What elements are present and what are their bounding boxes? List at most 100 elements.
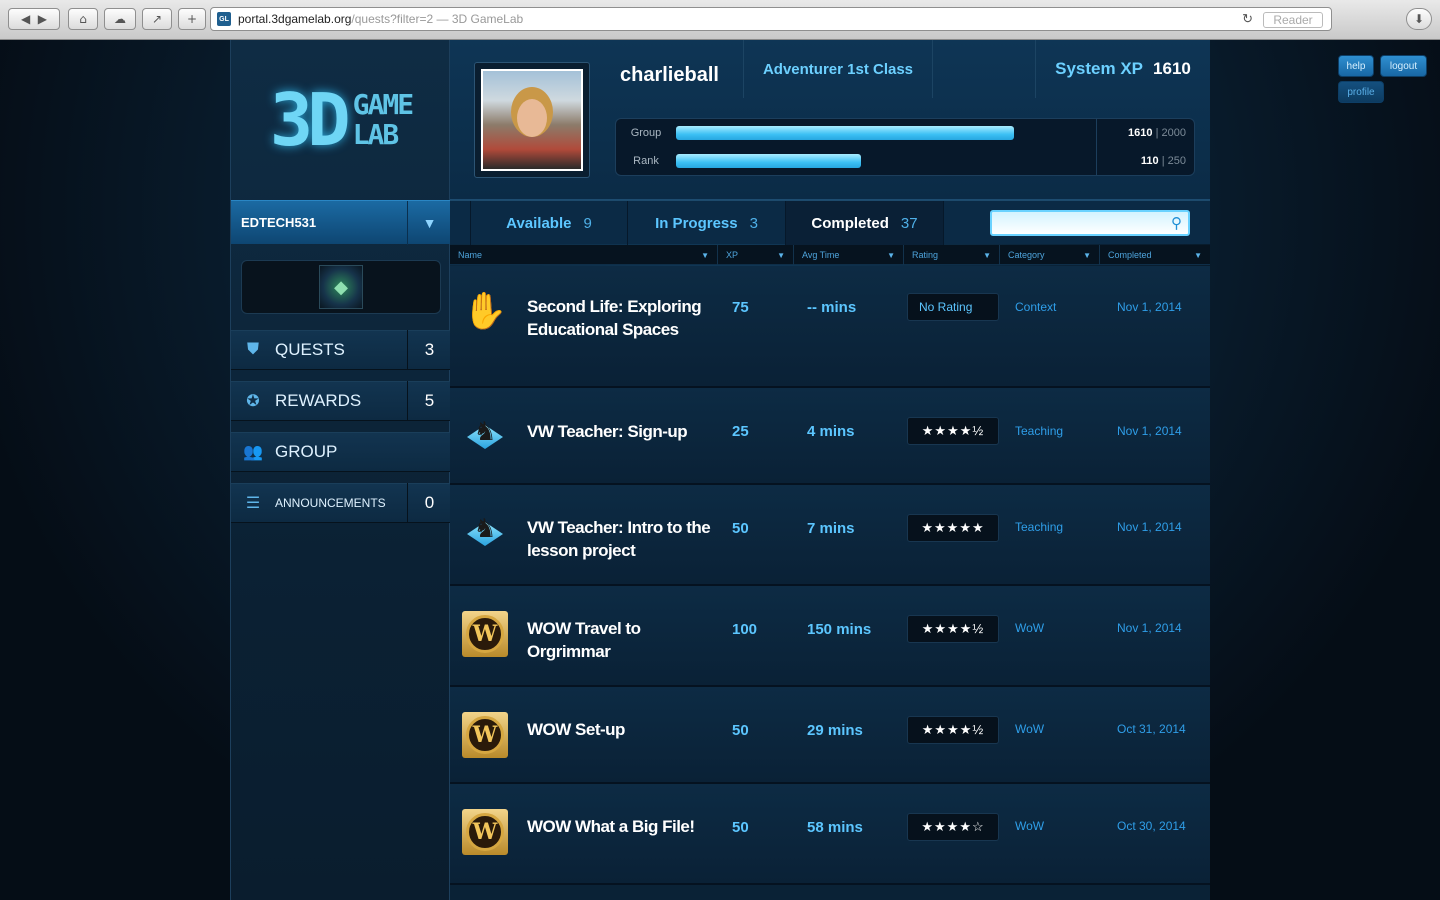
quest-xp: 50 — [732, 722, 749, 739]
quest-table: ✋ Second Life: Exploring Educational Spa… — [450, 266, 1210, 900]
quest-name[interactable]: WOW Travel to Orgrimmar — [527, 617, 717, 663]
quest-category[interactable]: Teaching — [1015, 424, 1063, 438]
help-button[interactable]: help — [1338, 55, 1374, 77]
sidebar-item-label: ANNOUNCEMENTS — [275, 496, 386, 510]
sidebar-item-announcements[interactable]: ☰ ANNOUNCEMENTS 0 — [231, 483, 451, 523]
quest-rating: No Rating — [907, 293, 999, 321]
rank-xp-max: 250 — [1167, 155, 1186, 167]
table-row[interactable]: W WOW Travel to Orgrimmar 100 150 mins ★… — [450, 586, 1210, 687]
cloud-icon[interactable]: ☁ — [104, 8, 136, 30]
search-input[interactable] — [992, 212, 1162, 234]
username: charlieball — [620, 64, 719, 86]
column-label: Category — [1008, 250, 1045, 260]
quest-rating: ★★★★★ — [907, 514, 999, 542]
tab-label: In Progress — [655, 214, 738, 232]
quest-name[interactable]: VW Teacher: Intro to the lesson project — [527, 516, 717, 562]
url-path: /quests?filter=2 — [351, 12, 434, 26]
star-badge-icon: ✪ — [246, 393, 260, 410]
quest-completed-date: Oct 31, 2014 — [1117, 722, 1186, 736]
downloads-icon[interactable]: ⬇ — [1406, 8, 1432, 30]
tab-count: 3 — [749, 214, 758, 232]
sidebar-item-label: REWARDS — [275, 391, 362, 410]
table-row[interactable]: ♞ VW Teacher: Intro to the lesson projec… — [450, 485, 1210, 586]
rank-progress-fill — [676, 154, 861, 168]
column-header-name[interactable]: Name ▼ — [450, 245, 718, 265]
logo-line-1: GAME — [352, 88, 414, 121]
quest-name[interactable]: Second Life: Exploring Educational Space… — [527, 295, 717, 341]
profile-button[interactable]: profile — [1338, 81, 1384, 103]
column-header-avg-time[interactable]: Avg Time ▼ — [794, 245, 904, 265]
quest-xp: 75 — [732, 299, 749, 316]
tab-label: Completed — [811, 214, 889, 232]
badge-gem-icon[interactable]: ◆ — [319, 265, 363, 309]
group-xp: 1610 — [1128, 127, 1153, 139]
table-row[interactable]: ♞ VW Teacher: Sign-up 25 4 mins ★★★★½ Te… — [450, 388, 1210, 485]
rank-progress-label: Rank — [633, 155, 659, 167]
new-tab-button[interactable]: + — [178, 8, 206, 30]
quest-avg-time: 4 mins — [807, 423, 855, 440]
reload-icon[interactable]: ↻ — [1242, 11, 1253, 27]
sidebar-item-quests[interactable]: ⛊ QUESTS 3 — [231, 330, 451, 370]
chevron-down-icon: ▼ — [1194, 250, 1202, 260]
quest-category[interactable]: Context — [1015, 300, 1056, 314]
logo-3d: 3D — [269, 78, 351, 162]
quest-category[interactable]: WoW — [1015, 722, 1044, 736]
avatar[interactable] — [474, 62, 590, 178]
logout-button[interactable]: logout — [1380, 55, 1427, 77]
second-life-hand-icon: ✋ — [462, 290, 508, 331]
logo[interactable]: 3D GAME LAB — [231, 40, 451, 200]
column-header-category[interactable]: Category ▼ — [1000, 245, 1100, 265]
system-xp-label: System XP — [1055, 59, 1144, 78]
sidebar-item-count: 3 — [407, 330, 451, 370]
quest-rating: ★★★★½ — [907, 615, 999, 643]
quest-completed-date: Nov 1, 2014 — [1117, 300, 1182, 314]
group-selector[interactable]: EDTECH531 ▼ — [231, 200, 451, 245]
quest-xp: 100 — [732, 621, 758, 638]
group-progress-label: Group — [630, 127, 662, 139]
url-host: portal.3dgamelab.org — [238, 12, 352, 26]
share-icon[interactable]: ↗ — [142, 8, 172, 30]
quest-name[interactable]: WOW What a Big File! — [527, 815, 717, 838]
quest-name[interactable]: WOW Set-up — [527, 718, 717, 741]
quest-rating: ★★★★½ — [907, 417, 999, 445]
system-xp: System XP 1610 — [1035, 40, 1210, 98]
sidebar-item-group[interactable]: 👥 GROUP — [231, 432, 451, 472]
table-row[interactable]: W WOW What a Big File! 50 58 mins ★★★★☆ … — [450, 784, 1210, 885]
quest-category[interactable]: WoW — [1015, 819, 1044, 833]
quest-rating: ★★★★½ — [907, 716, 999, 744]
sidebar-item-label: QUESTS — [275, 340, 345, 359]
quest-category[interactable]: Teaching — [1015, 520, 1063, 534]
chevron-down-icon: ▼ — [887, 250, 895, 260]
tab-available[interactable]: Available 9 — [470, 201, 628, 245]
chevron-down-icon: ▼ — [701, 250, 709, 260]
people-icon: 👥 — [243, 444, 263, 461]
search-box: ⚲ — [990, 210, 1190, 236]
quest-name[interactable]: VW Teacher: Sign-up — [527, 420, 717, 443]
column-header-xp[interactable]: XP ▼ — [718, 245, 794, 265]
rank-progress-row: Rank 110 | 250 — [616, 147, 1196, 175]
quest-avg-time: 150 mins — [807, 621, 872, 638]
tab-completed[interactable]: Completed 37 — [786, 201, 944, 245]
table-row[interactable]: W WOW Set-up 50 29 mins ★★★★½ WoW Oct 31… — [450, 687, 1210, 784]
quest-xp: 50 — [732, 520, 749, 537]
sidebar-item-label: GROUP — [275, 442, 338, 461]
group-progress-track — [676, 126, 1096, 140]
quest-completed-date: Nov 1, 2014 — [1117, 621, 1182, 635]
column-header-completed[interactable]: Completed ▼ — [1100, 245, 1210, 265]
column-label: Completed — [1108, 250, 1152, 260]
chevron-down-icon[interactable]: ▼ — [407, 200, 451, 245]
column-header-rating[interactable]: Rating ▼ — [904, 245, 1000, 265]
tab-count: 9 — [583, 214, 592, 232]
back-forward-buttons[interactable]: ◀ ▶ — [8, 8, 60, 30]
quest-category[interactable]: WoW — [1015, 621, 1044, 635]
home-icon[interactable]: ⌂ — [68, 8, 98, 30]
search-icon[interactable]: ⚲ — [1171, 214, 1182, 232]
wow-logo-icon: W — [462, 611, 508, 657]
reader-button[interactable]: Reader — [1263, 12, 1323, 28]
table-row[interactable]: ✋ Second Life: Exploring Educational Spa… — [450, 266, 1210, 388]
tab-count: 37 — [900, 214, 918, 232]
rank-progress-value: 110 | 250 — [1096, 147, 1196, 175]
tab-in-progress[interactable]: In Progress 3 — [628, 201, 786, 245]
address-bar[interactable]: GL portal.3dgamelab.org/quests?filter=2 … — [210, 7, 1332, 31]
sidebar-item-rewards[interactable]: ✪ REWARDS 5 — [231, 381, 451, 421]
